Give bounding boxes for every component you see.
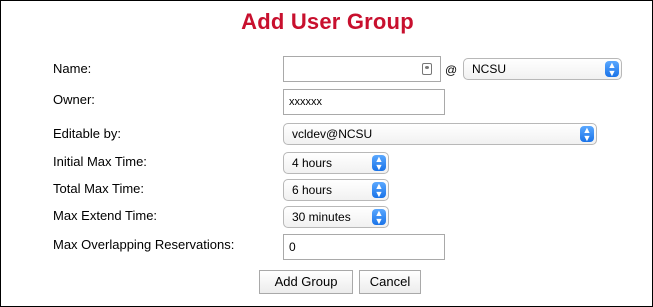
add-user-group-dialog: Add User Group Name: @ NCSU ▲ ▼ Owner: xx… (0, 0, 653, 307)
max-extend-time-select[interactable]: 30 minutes ▲ ▼ (283, 206, 389, 228)
initial-max-time-label: Initial Max Time: (53, 154, 147, 169)
initial-max-time-select[interactable]: 4 hours ▲ ▼ (283, 152, 389, 174)
editable-by-select[interactable]: vcldev@NCSU ▲ ▼ (283, 123, 597, 145)
updown-chevron-icon: ▲ ▼ (372, 155, 386, 172)
updown-chevron-icon: ▲ ▼ (372, 182, 386, 199)
name-label: Name: (53, 61, 92, 76)
cancel-button[interactable]: Cancel (359, 270, 421, 294)
total-max-time-label: Total Max Time: (53, 181, 145, 196)
updown-chevron-icon: ▲ ▼ (372, 209, 386, 226)
dialog-title: Add User Group (241, 9, 414, 34)
updown-chevron-icon: ▲ ▼ (580, 126, 594, 143)
editable-by-label: Editable by: (53, 126, 121, 141)
owner-label: Owner: (53, 92, 95, 107)
owner-input[interactable]: xxxxxx (283, 89, 445, 115)
total-max-time-select[interactable]: 6 hours ▲ ▼ (283, 179, 389, 201)
contact-card-icon (422, 63, 432, 75)
max-extend-time-label: Max Extend Time: (53, 208, 158, 223)
at-symbol: @ (445, 63, 458, 77)
affiliation-select[interactable]: NCSU ▲ ▼ (463, 58, 622, 80)
add-group-button[interactable]: Add Group (259, 270, 353, 294)
max-overlapping-label: Max Overlapping Reservations: (53, 237, 235, 252)
name-input[interactable] (283, 56, 441, 82)
updown-chevron-icon: ▲ ▼ (605, 61, 619, 78)
max-overlapping-input[interactable]: 0 (283, 234, 445, 260)
